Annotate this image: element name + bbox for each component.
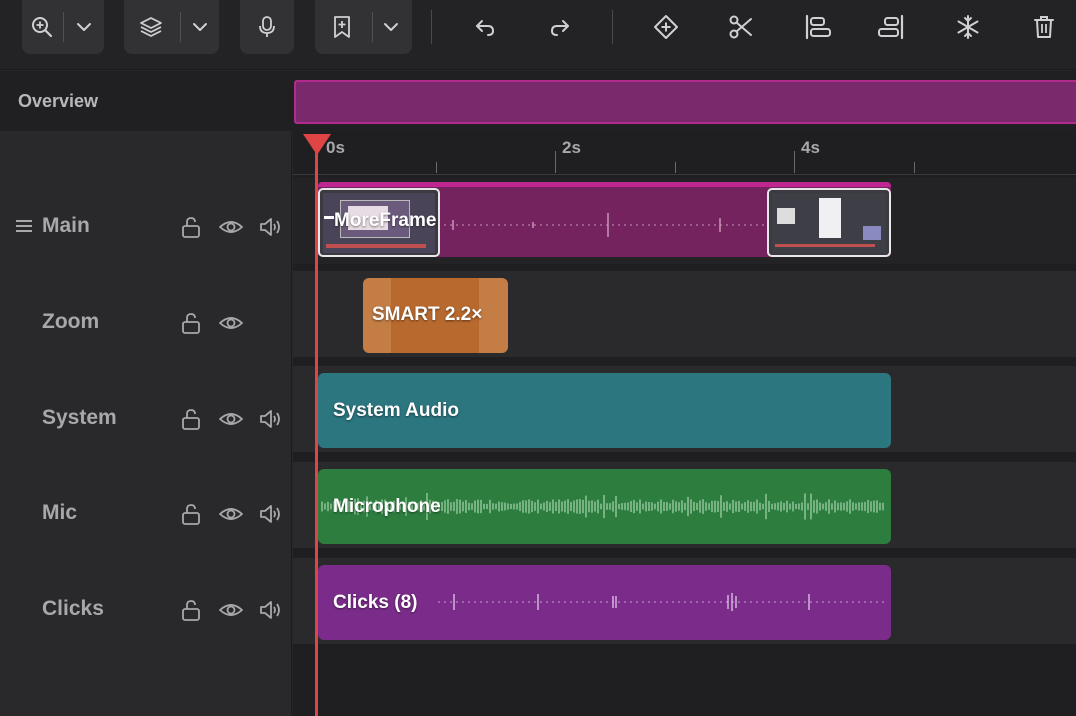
zoom-group: [22, 0, 104, 54]
chevron-down-icon[interactable]: [70, 13, 98, 41]
ruler-tick: [914, 162, 915, 173]
clicks-clip-label: Clicks (8): [333, 592, 418, 613]
zoom-in-icon[interactable]: [28, 13, 56, 41]
drag-handle-icon[interactable]: [15, 218, 33, 239]
eye-icon[interactable]: [218, 313, 244, 338]
ruler-tick: [675, 162, 676, 173]
toolbar: [0, 0, 1076, 70]
undo-icon[interactable]: [470, 12, 500, 42]
overview-bar[interactable]: [294, 80, 1076, 124]
chevron-down-icon[interactable]: [377, 13, 405, 41]
bookmark-group: [315, 0, 412, 54]
speaker-icon[interactable]: [259, 503, 283, 530]
main-clip-label: MoreFrame: [334, 210, 437, 231]
track-label-main: Main: [42, 214, 90, 237]
speaker-icon[interactable]: [259, 216, 283, 243]
lock-icon[interactable]: [180, 503, 202, 530]
redo-icon[interactable]: [545, 12, 575, 42]
system-clip-label: System Audio: [333, 400, 459, 421]
chevron-down-icon[interactable]: [186, 13, 214, 41]
track-label-system: System: [42, 406, 117, 429]
playhead-handle[interactable]: [302, 133, 332, 162]
ruler-label: 4s: [801, 138, 820, 157]
main-video-clip[interactable]: MoreFrame: [318, 182, 891, 257]
lock-icon[interactable]: [180, 312, 202, 339]
system-audio-clip[interactable]: System Audio: [318, 373, 891, 448]
layers-group: [124, 0, 219, 54]
speaker-icon[interactable]: [259, 408, 283, 435]
lock-icon[interactable]: [180, 216, 202, 243]
align-left-icon[interactable]: [802, 11, 834, 43]
mic-clip-label: Microphone: [333, 496, 441, 517]
lock-icon[interactable]: [180, 408, 202, 435]
eye-icon[interactable]: [218, 409, 244, 434]
lock-icon[interactable]: [180, 599, 202, 626]
timeline-editor: Overview Main Zoom System Mic Clicks 0s …: [0, 0, 1076, 716]
add-keyframe-icon[interactable]: [650, 11, 682, 43]
bookmark-add-icon[interactable]: [327, 12, 357, 42]
microphone-icon[interactable]: [252, 12, 282, 42]
speaker-icon[interactable]: [259, 599, 283, 626]
ruler-label: 2s: [562, 138, 581, 157]
track-label-clicks: Clicks: [42, 597, 104, 620]
ruler-tick: [555, 151, 556, 173]
track-label-mic: Mic: [42, 501, 78, 524]
eye-icon[interactable]: [218, 217, 244, 242]
track-label-zoom: Zoom: [42, 310, 100, 333]
scissors-icon[interactable]: [725, 11, 757, 43]
ruler-tick: [436, 162, 437, 173]
trash-icon[interactable]: [1028, 11, 1060, 43]
clicks-clip[interactable]: Clicks (8): [318, 565, 891, 640]
freeze-icon[interactable]: [952, 11, 984, 43]
ruler-tick: [794, 151, 795, 173]
align-right-icon[interactable]: [875, 11, 907, 43]
layers-icon[interactable]: [136, 12, 166, 42]
video-thumbnail: [767, 188, 891, 257]
microphone-clip[interactable]: Microphone: [318, 469, 891, 544]
zoom-clip-label: SMART 2.2×: [372, 304, 483, 325]
zoom-clip[interactable]: SMART 2.2×: [363, 278, 508, 353]
playhead-line[interactable]: [315, 134, 318, 716]
eye-icon[interactable]: [218, 504, 244, 529]
overview-label: Overview: [18, 91, 99, 111]
record-voiceover: [240, 0, 294, 54]
eye-icon[interactable]: [218, 600, 244, 625]
